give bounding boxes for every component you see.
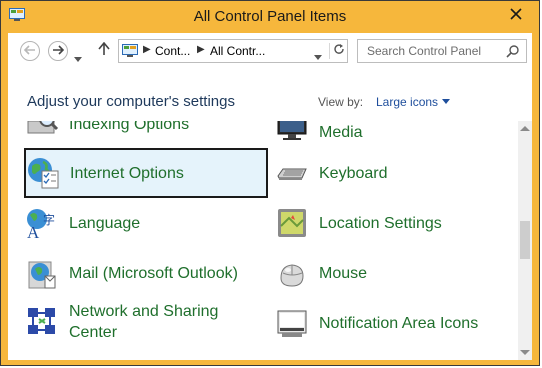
media-icon <box>275 121 309 149</box>
item-notification-area[interactable]: Notification Area Icons <box>275 300 515 346</box>
item-internet-options[interactable]: Internet Options <box>24 148 268 198</box>
location-settings-icon <box>275 206 309 240</box>
item-label: Keyboard <box>319 164 388 182</box>
view-by-dropdown[interactable]: Large icons <box>376 95 451 109</box>
item-label: Network and Sharing Center <box>69 303 219 341</box>
vertical-scrollbar[interactable] <box>518 121 532 360</box>
close-icon <box>510 7 522 25</box>
item-label: Notification Area Icons <box>319 314 479 332</box>
network-sharing-icon <box>25 305 59 339</box>
title-bar[interactable]: All Control Panel Items <box>1 1 539 33</box>
item-location-settings[interactable]: Location Settings <box>275 200 515 246</box>
item-label: Language <box>69 214 141 232</box>
refresh-icon <box>333 42 345 60</box>
forward-arrow-icon <box>52 42 65 60</box>
scrollbar-thumb[interactable] <box>520 221 530 259</box>
recent-locations-dropdown[interactable] <box>74 49 82 67</box>
refresh-button[interactable] <box>329 43 348 59</box>
item-mail[interactable]: Mail (Microsoft Outlook) <box>25 250 265 296</box>
internet-options-icon <box>26 156 60 190</box>
view-by-value: Large icons <box>376 95 439 109</box>
item-mouse[interactable]: Mouse <box>275 250 515 296</box>
page-heading: Adjust your computer's settings <box>27 93 235 110</box>
items-list: Indexing Options Media Internet Options … <box>8 121 518 360</box>
search-input[interactable]: Search Control Panel <box>357 39 527 63</box>
notification-area-icon <box>275 306 309 340</box>
address-dropdown-button[interactable] <box>314 47 322 65</box>
item-keyboard[interactable]: Keyboard <box>275 150 515 196</box>
breadcrumb-all-items[interactable]: All Contr... <box>210 44 265 58</box>
address-bar[interactable]: ▶ Cont... ▶ All Contr... <box>118 39 348 63</box>
item-label: Mail (Microsoft Outlook) <box>69 264 238 282</box>
item-network-sharing[interactable]: Network and Sharing Center <box>25 296 265 348</box>
back-arrow-icon <box>23 42 36 60</box>
item-label: Media <box>319 123 363 141</box>
item-label: Mouse <box>319 264 368 282</box>
back-button[interactable] <box>20 41 40 61</box>
language-icon: A字 <box>25 206 59 240</box>
svg-text:A: A <box>27 223 40 240</box>
control-panel-window: All Control Panel Items ▶ Cont... ▶ All … <box>0 0 540 366</box>
navigation-bar: ▶ Cont... ▶ All Contr... Search Control … <box>8 33 532 69</box>
svg-text:字: 字 <box>43 212 55 227</box>
search-icon[interactable] <box>506 44 520 63</box>
chevron-down-icon <box>74 49 82 66</box>
control-panel-icon <box>122 44 138 58</box>
forward-button[interactable] <box>48 41 68 61</box>
item-label: Location Settings <box>319 214 442 232</box>
client-area: ▶ Cont... ▶ All Contr... Search Control … <box>8 33 532 360</box>
up-button[interactable] <box>96 41 112 61</box>
window-title: All Control Panel Items <box>193 8 347 25</box>
breadcrumb-separator-icon[interactable]: ▶ <box>143 44 151 55</box>
mouse-icon <box>275 256 309 290</box>
item-label: Internet Options <box>70 164 184 182</box>
chevron-down-icon <box>442 99 451 104</box>
keyboard-icon <box>275 156 309 190</box>
search-placeholder: Search Control Panel <box>367 44 482 58</box>
item-language[interactable]: A字 Language <box>25 200 265 246</box>
indexing-options-icon <box>25 121 59 141</box>
breadcrumb-separator-icon[interactable]: ▶ <box>197 44 205 55</box>
mail-icon <box>25 256 59 290</box>
close-button[interactable] <box>501 3 531 29</box>
chevron-down-icon <box>314 55 322 60</box>
view-by-label: View by: <box>318 95 364 109</box>
scroll-down-icon[interactable] <box>520 350 530 355</box>
item-indexing-options[interactable]: Indexing Options <box>25 121 265 147</box>
scroll-up-icon[interactable] <box>520 126 530 131</box>
item-label: Indexing Options <box>69 121 190 133</box>
up-arrow-icon <box>98 41 110 61</box>
breadcrumb-control-panel[interactable]: Cont... <box>155 44 190 58</box>
